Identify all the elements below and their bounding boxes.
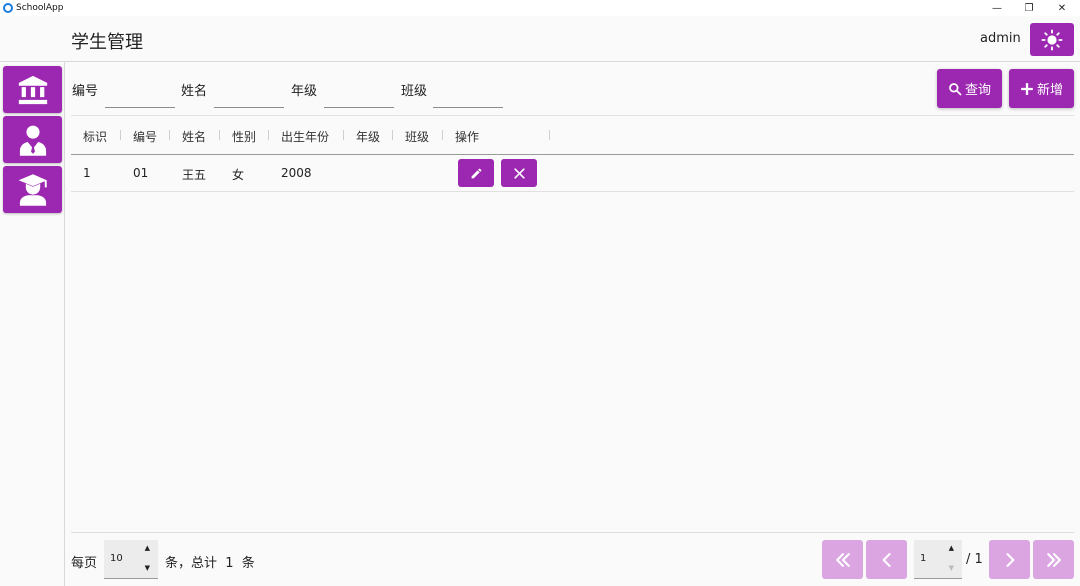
table-header: 标识 编号 姓名 性别 出生年份 年级 班级 操作 — [71, 116, 1074, 155]
school-building-icon — [18, 75, 47, 104]
cell-gender: 女 — [232, 168, 245, 182]
stepper-up-icon[interactable]: ▲ — [949, 544, 954, 552]
search-button-label: 查询 — [964, 83, 991, 98]
cell-id: 1 — [83, 166, 91, 180]
stepper-down-icon[interactable]: ▼ — [949, 564, 954, 572]
column-header-name[interactable]: 姓名 — [182, 128, 206, 145]
table-row[interactable]: 1 01 王五 女 2008 — [71, 155, 1074, 192]
title-bar: SchoolApp — ❐ ✕ — [0, 0, 1080, 16]
column-header-actions: 操作 — [455, 130, 480, 144]
stepper-up-icon[interactable]: ▲ — [145, 544, 150, 552]
column-divider — [268, 130, 269, 140]
teacher-icon — [19, 125, 46, 156]
close-icon — [513, 167, 525, 179]
chevron-right-icon — [1005, 552, 1014, 567]
column-header-gender[interactable]: 性别 — [232, 128, 256, 145]
cell-name: 王五 — [182, 168, 207, 182]
class-input[interactable] — [433, 88, 503, 108]
sidebar-item-school[interactable] — [3, 66, 62, 113]
theme-toggle-button[interactable] — [1030, 23, 1074, 56]
column-divider — [549, 130, 550, 140]
last-page-button[interactable] — [1033, 540, 1074, 579]
column-header-id[interactable]: 标识 — [83, 128, 107, 145]
column-divider — [219, 130, 220, 140]
plus-icon — [1021, 82, 1033, 95]
search-icon — [949, 82, 962, 95]
filter-class: 班级 — [401, 80, 505, 108]
filter-grade: 年级 — [291, 80, 395, 108]
add-button-label: 新增 — [1036, 83, 1063, 98]
minimize-button[interactable]: — — [980, 0, 1014, 16]
username-label: admin — [980, 31, 1021, 46]
double-chevron-right-icon — [1046, 552, 1061, 567]
filter-name: 姓名 — [181, 80, 285, 108]
column-header-birth-year[interactable]: 出生年份 — [281, 128, 329, 145]
double-chevron-left-icon — [835, 552, 850, 567]
code-input[interactable] — [105, 88, 175, 108]
sidebar — [0, 62, 65, 586]
column-header-class[interactable]: 班级 — [405, 128, 429, 145]
stepper-down-icon[interactable]: ▼ — [145, 564, 150, 572]
per-page-stepper[interactable]: 10 ▲ ▼ — [104, 540, 158, 579]
total-count-text: 条，总计 1 条 — [165, 556, 255, 571]
column-divider — [392, 130, 393, 140]
filter-code-label: 编号 — [72, 84, 99, 99]
column-header-code[interactable]: 编号 — [133, 128, 157, 145]
page-title: 学生管理 — [71, 32, 143, 53]
next-page-button[interactable] — [989, 540, 1030, 579]
sidebar-item-student[interactable] — [3, 166, 62, 213]
column-divider — [169, 130, 170, 140]
name-input[interactable] — [214, 88, 284, 108]
student-graduate-icon — [18, 173, 47, 206]
grade-input[interactable] — [324, 88, 394, 108]
column-divider — [442, 130, 443, 140]
header: 学生管理 admin — [0, 16, 1080, 62]
column-divider — [120, 130, 121, 140]
sun-icon — [1041, 28, 1063, 51]
cell-birth-year: 2008 — [281, 166, 312, 180]
search-button[interactable]: 查询 — [937, 69, 1002, 108]
sidebar-item-teacher[interactable] — [3, 116, 62, 163]
previous-page-button[interactable] — [866, 540, 907, 579]
add-button[interactable]: 新增 — [1009, 69, 1074, 108]
column-divider — [343, 130, 344, 140]
page-number-stepper[interactable]: 1 ▲ ▼ — [914, 540, 962, 579]
filter-code: 编号 — [72, 80, 176, 108]
delete-button[interactable] — [501, 159, 537, 187]
per-page-label: 每页 — [71, 556, 98, 571]
per-page-value: 10 — [110, 553, 123, 564]
total-pages-label: / 1 — [966, 552, 983, 567]
app-logo-icon — [3, 3, 13, 13]
column-header-grade[interactable]: 年级 — [356, 128, 380, 145]
chevron-left-icon — [882, 552, 891, 567]
footer-divider — [71, 532, 1074, 533]
filter-class-label: 班级 — [401, 84, 428, 99]
current-page-value: 1 — [920, 553, 927, 564]
first-page-button[interactable] — [822, 540, 863, 579]
cell-code: 01 — [133, 166, 149, 180]
pencil-icon — [471, 168, 481, 178]
filter-name-label: 姓名 — [181, 84, 208, 99]
maximize-button[interactable]: ❐ — [1012, 0, 1046, 16]
filter-grade-label: 年级 — [291, 84, 318, 99]
app-title: SchoolApp — [16, 3, 64, 13]
close-window-button[interactable]: ✕ — [1045, 0, 1079, 16]
edit-button[interactable] — [458, 159, 494, 187]
